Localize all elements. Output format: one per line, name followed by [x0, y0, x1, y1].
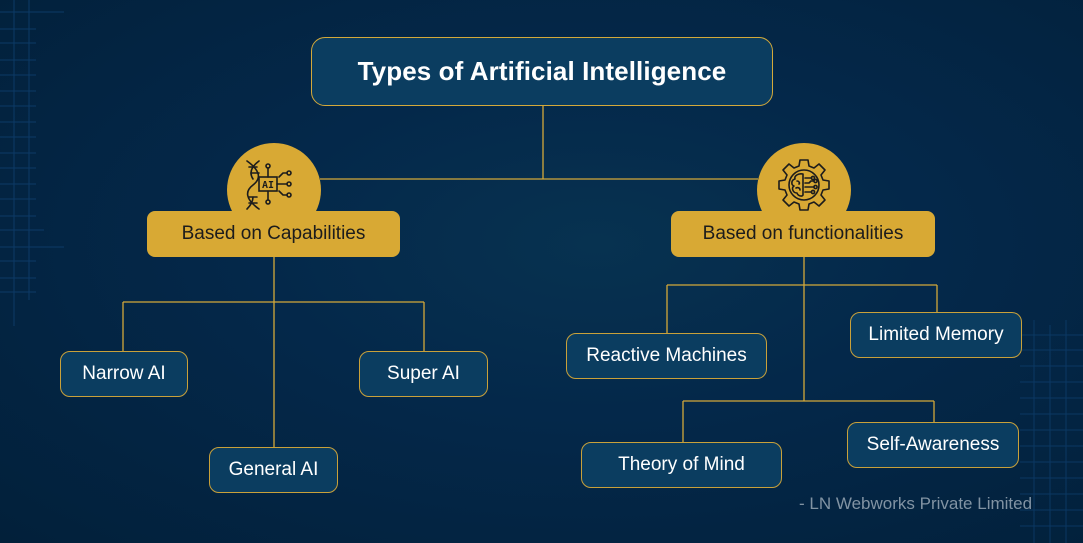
category-capabilities: Based on Capabilities	[147, 211, 400, 257]
leaf-reactive-machines: Reactive Machines	[566, 333, 767, 379]
leaf-narrow-ai: Narrow AI	[60, 351, 188, 397]
grid-decoration-top-left	[0, 0, 70, 330]
gear-brain-circuit-icon	[778, 159, 830, 211]
ai-chip-label: AI	[262, 180, 274, 191]
credit-text: - LN Webworks Private Limited	[799, 494, 1033, 513]
leaf-super-ai: Super AI	[359, 351, 488, 397]
ai-dna-chip-icon: AI	[246, 160, 292, 210]
leaf-self-awareness: Self-Awareness	[847, 422, 1019, 468]
diagram-title: Types of Artificial Intelligence	[311, 37, 773, 106]
leaf-limited-memory: Limited Memory	[850, 312, 1022, 358]
category-functionalities: Based on functionalities	[671, 211, 935, 257]
leaf-theory-of-mind: Theory of Mind	[581, 442, 782, 488]
leaf-general-ai: General AI	[209, 447, 338, 493]
